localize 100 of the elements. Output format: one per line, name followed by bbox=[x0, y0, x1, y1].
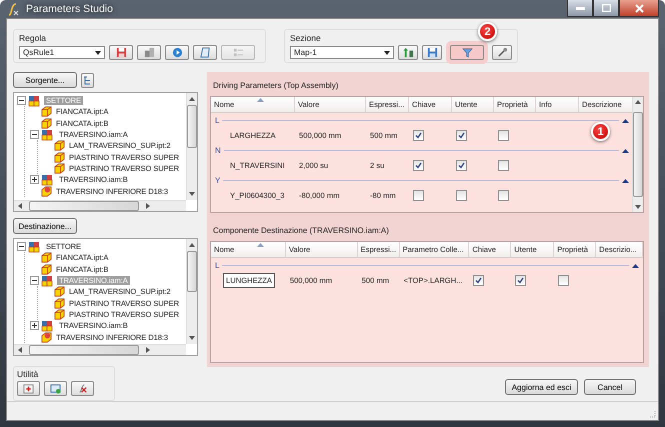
collapse-icon[interactable] bbox=[622, 148, 629, 152]
list-icon bbox=[232, 47, 244, 58]
toolbar-button[interactable] bbox=[165, 45, 189, 60]
utility-button[interactable] bbox=[71, 381, 94, 396]
scroll-arrow-icon[interactable] bbox=[189, 335, 195, 341]
vertical-scrollbar[interactable] bbox=[186, 239, 197, 344]
toolbar-button[interactable] bbox=[109, 45, 133, 60]
checkbox[interactable] bbox=[498, 130, 509, 140]
tools-icon bbox=[496, 47, 508, 58]
add-icon bbox=[23, 383, 34, 394]
checkbox[interactable] bbox=[473, 274, 484, 286]
play-icon bbox=[172, 47, 182, 58]
maximize-icon bbox=[602, 4, 610, 12]
part-icon bbox=[41, 264, 52, 275]
section-heading: Componente Destinazione (TRAVERSINO.iam:A) bbox=[212, 225, 390, 237]
group-label: Y bbox=[215, 176, 220, 184]
close-icon bbox=[634, 4, 644, 12]
update-exit-button[interactable]: Aggiorna ed esci bbox=[505, 379, 578, 395]
scroll-arrow-icon[interactable] bbox=[144, 347, 151, 353]
vertical-scrollbar[interactable] bbox=[632, 97, 643, 212]
linked-part-icon bbox=[41, 186, 52, 197]
toolbar-button[interactable] bbox=[422, 45, 442, 60]
group-label: Sezione bbox=[290, 33, 322, 43]
document-icon bbox=[200, 47, 210, 58]
section-heading: Driving Parameters (Top Assembly) bbox=[212, 80, 340, 92]
checkbox[interactable] bbox=[413, 190, 424, 200]
callout-badge: 2 bbox=[478, 22, 497, 41]
expand-toggle[interactable] bbox=[17, 242, 26, 252]
dropdown-arrow-icon bbox=[95, 50, 101, 54]
checkbox[interactable] bbox=[498, 190, 509, 200]
scroll-arrow-icon[interactable] bbox=[189, 190, 195, 197]
linked-part-icon bbox=[41, 332, 52, 343]
maximize-button[interactable] bbox=[593, 0, 619, 17]
assembly-icon bbox=[41, 174, 55, 186]
expand-toggle[interactable] bbox=[30, 321, 39, 330]
utility-button[interactable] bbox=[44, 381, 67, 396]
collapse-icon[interactable] bbox=[632, 262, 639, 268]
checkbox[interactable] bbox=[456, 190, 467, 200]
checkbox[interactable] bbox=[456, 160, 467, 170]
vertical-scrollbar[interactable] bbox=[186, 93, 197, 200]
checkbox[interactable] bbox=[515, 274, 526, 286]
close-button[interactable] bbox=[619, 0, 659, 17]
assembly-icon bbox=[28, 94, 42, 107]
window-add-icon bbox=[50, 383, 61, 394]
section-dropdown[interactable]: Map-1 bbox=[290, 46, 394, 59]
scroll-arrow-icon[interactable] bbox=[189, 242, 195, 248]
horizontal-scrollbar[interactable] bbox=[14, 344, 186, 355]
app-icon bbox=[6, 2, 20, 16]
tree-source-button[interactable]: Destinazione... bbox=[13, 218, 77, 234]
tree-view-button[interactable] bbox=[81, 72, 94, 88]
group-label: L bbox=[215, 260, 220, 270]
expand-toggle[interactable] bbox=[17, 96, 26, 106]
toolbar-button[interactable] bbox=[193, 45, 217, 60]
scroll-arrow-icon[interactable] bbox=[17, 347, 23, 353]
part-icon bbox=[41, 118, 52, 129]
assembly-icon bbox=[41, 274, 55, 287]
minimize-icon bbox=[576, 6, 584, 10]
part-icon bbox=[54, 286, 65, 298]
rule-dropdown[interactable]: QsRule1 bbox=[19, 46, 105, 59]
formula-delete-icon bbox=[77, 383, 88, 394]
collapse-icon[interactable] bbox=[622, 118, 629, 122]
scroll-arrow-icon[interactable] bbox=[17, 203, 23, 209]
expand-toggle[interactable] bbox=[30, 130, 39, 140]
expand-toggle[interactable] bbox=[30, 276, 39, 286]
part-icon bbox=[54, 308, 65, 320]
sort-arrow-icon bbox=[257, 243, 264, 247]
assembly-icon bbox=[28, 240, 42, 253]
part-icon bbox=[41, 252, 52, 264]
horizontal-scrollbar[interactable] bbox=[14, 200, 186, 211]
checkbox[interactable] bbox=[413, 160, 424, 170]
sort-arrow-icon bbox=[257, 98, 264, 102]
tree-icon bbox=[83, 76, 92, 84]
tree-source-button[interactable]: Sorgente... bbox=[13, 72, 77, 88]
building-icon bbox=[144, 47, 154, 58]
utility-button[interactable] bbox=[17, 381, 40, 396]
dropdown-arrow-icon bbox=[384, 50, 390, 54]
minimize-button[interactable] bbox=[567, 0, 593, 17]
toolbar-button[interactable] bbox=[492, 45, 512, 60]
checkbox[interactable] bbox=[456, 130, 467, 140]
checkbox[interactable] bbox=[498, 160, 509, 170]
toolbar-button[interactable] bbox=[398, 45, 418, 60]
group-label: Regola bbox=[19, 33, 47, 43]
assembly-icon bbox=[41, 320, 55, 332]
collapse-icon[interactable] bbox=[622, 178, 629, 182]
sort-icon bbox=[402, 47, 414, 58]
checkbox[interactable] bbox=[558, 274, 570, 286]
resize-grip-icon bbox=[648, 410, 656, 418]
window-title: Parameters Studio bbox=[26, 3, 113, 15]
toolbar-button[interactable] bbox=[137, 45, 161, 60]
checkbox[interactable] bbox=[413, 130, 424, 140]
scroll-arrow-icon[interactable] bbox=[635, 99, 641, 105]
part-icon bbox=[54, 152, 65, 163]
scroll-arrow-icon[interactable] bbox=[189, 96, 195, 102]
cancel-button[interactable]: Cancel bbox=[584, 379, 636, 395]
part-icon bbox=[54, 162, 65, 174]
scroll-arrow-icon[interactable] bbox=[144, 203, 151, 209]
part-icon bbox=[54, 298, 65, 309]
group-label: L bbox=[215, 116, 220, 124]
expand-toggle[interactable] bbox=[30, 175, 39, 184]
scroll-arrow-icon[interactable] bbox=[635, 204, 641, 210]
